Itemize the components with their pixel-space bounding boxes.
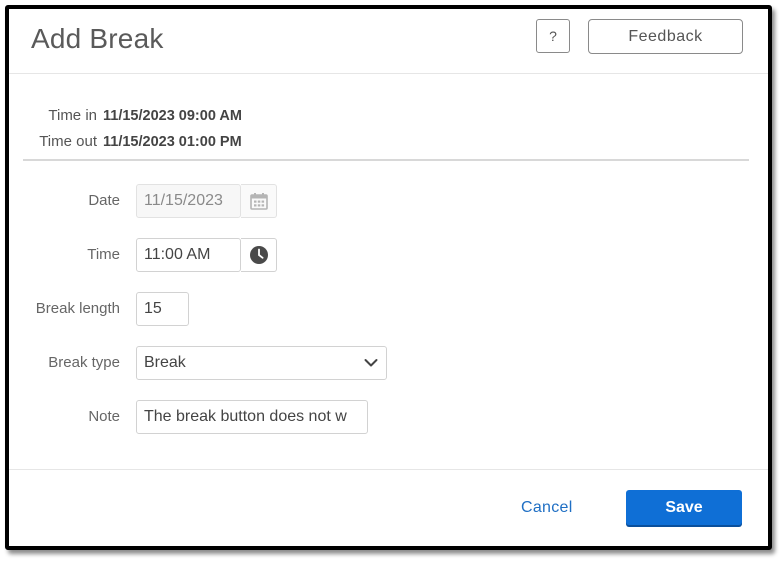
clock-button[interactable] bbox=[241, 238, 277, 272]
break-length-input[interactable]: 15 bbox=[136, 292, 189, 326]
cancel-button[interactable]: Cancel bbox=[521, 499, 573, 517]
time-in-row: Time in 11/15/2023 09:00 AM bbox=[33, 103, 242, 129]
section-divider bbox=[23, 159, 749, 161]
break-type-row: Break type Break bbox=[9, 346, 768, 380]
time-out-value: 11/15/2023 01:00 PM bbox=[103, 134, 242, 150]
footer-divider bbox=[9, 469, 768, 470]
date-row: Date 11/15/2023 bbox=[9, 184, 768, 218]
date-label: Date bbox=[88, 192, 120, 209]
break-type-value: Break bbox=[144, 354, 186, 371]
feedback-button[interactable]: Feedback bbox=[588, 19, 743, 54]
clock-icon bbox=[249, 246, 268, 264]
save-button[interactable]: Save bbox=[626, 490, 742, 525]
shift-times: Time in 11/15/2023 09:00 AM Time out 11/15… bbox=[33, 103, 242, 155]
break-length-label: Break length bbox=[35, 300, 120, 317]
date-input[interactable]: 11/15/2023 bbox=[136, 184, 241, 218]
chevron-down-icon bbox=[364, 359, 378, 367]
time-input[interactable]: 11:00 AM bbox=[136, 238, 241, 272]
break-type-select[interactable]: Break bbox=[136, 346, 387, 380]
dialog-title: Add Break bbox=[31, 23, 164, 54]
time-out-label: Time out bbox=[39, 133, 97, 150]
time-in-label: Time in bbox=[48, 107, 97, 124]
calendar-icon bbox=[249, 193, 268, 210]
calendar-button[interactable] bbox=[241, 184, 277, 218]
note-input[interactable]: The break button does not w bbox=[136, 400, 368, 434]
dialog-header: Add Break ? Feedback bbox=[9, 9, 768, 74]
add-break-dialog: Add Break ? Feedback Time in 11/15/2023 0… bbox=[5, 5, 772, 550]
note-label: Note bbox=[88, 408, 120, 425]
time-row: Time 11:00 AM bbox=[9, 238, 768, 272]
help-button[interactable]: ? bbox=[536, 19, 570, 53]
note-row: Note The break button does not w bbox=[9, 400, 768, 434]
time-out-row: Time out 11/15/2023 01:00 PM bbox=[33, 129, 242, 155]
break-length-row: Break length 15 bbox=[9, 292, 768, 326]
break-type-label: Break type bbox=[48, 354, 120, 371]
time-in-value: 11/15/2023 09:00 AM bbox=[103, 108, 242, 124]
time-label: Time bbox=[87, 246, 120, 263]
